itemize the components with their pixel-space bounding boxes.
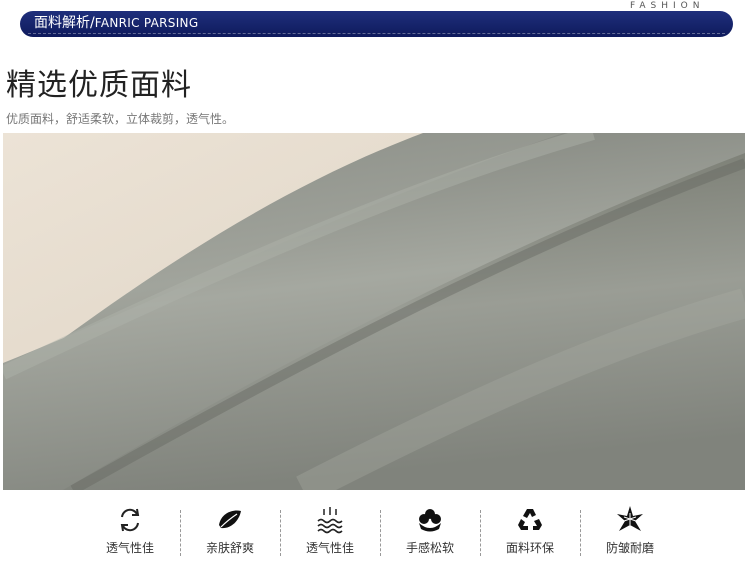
feature-label: 防皱耐磨 xyxy=(605,541,654,555)
banner-title-en: FANRIC PARSING xyxy=(94,16,199,30)
feature-label: 手感松软 xyxy=(405,541,454,555)
section-subtitle: 优质面料，舒适柔软，立体裁剪，透气性。 xyxy=(6,112,235,126)
feature-label: 透气性佳 xyxy=(105,541,154,555)
feature-label: 面料环保 xyxy=(505,541,554,555)
recycle-triangle-icon xyxy=(518,509,542,530)
feature-label: 亲肤舒爽 xyxy=(205,541,254,555)
section-banner: 面料解析/FANRIC PARSING xyxy=(20,11,733,37)
cotton-flower-icon xyxy=(419,509,441,532)
section-title: 精选优质面料 xyxy=(6,68,192,103)
banner-title-cn: 面料解析 xyxy=(34,15,90,31)
leaf-icon xyxy=(219,510,241,529)
fabric-illustration xyxy=(3,133,745,490)
feature-label: 透气性佳 xyxy=(305,541,354,555)
fabric-photo xyxy=(3,133,745,490)
feature-item: 手感松软 xyxy=(380,500,480,570)
feature-item: 透气性佳 xyxy=(80,500,180,570)
star-burst-icon xyxy=(617,506,643,531)
feature-item: 防皱耐磨 xyxy=(580,500,680,570)
steam-waves-icon xyxy=(317,507,343,534)
recycle-arrows-icon xyxy=(120,508,140,532)
feature-list: 透气性佳 亲肤舒爽 透气性佳 手感松软 面料环保 防皱耐磨 xyxy=(80,500,680,570)
feature-item: 面料环保 xyxy=(480,500,580,570)
feature-item: 亲肤舒爽 xyxy=(180,500,280,570)
feature-item: 透气性佳 xyxy=(280,500,380,570)
banner-title: 面料解析/FANRIC PARSING xyxy=(34,11,198,35)
